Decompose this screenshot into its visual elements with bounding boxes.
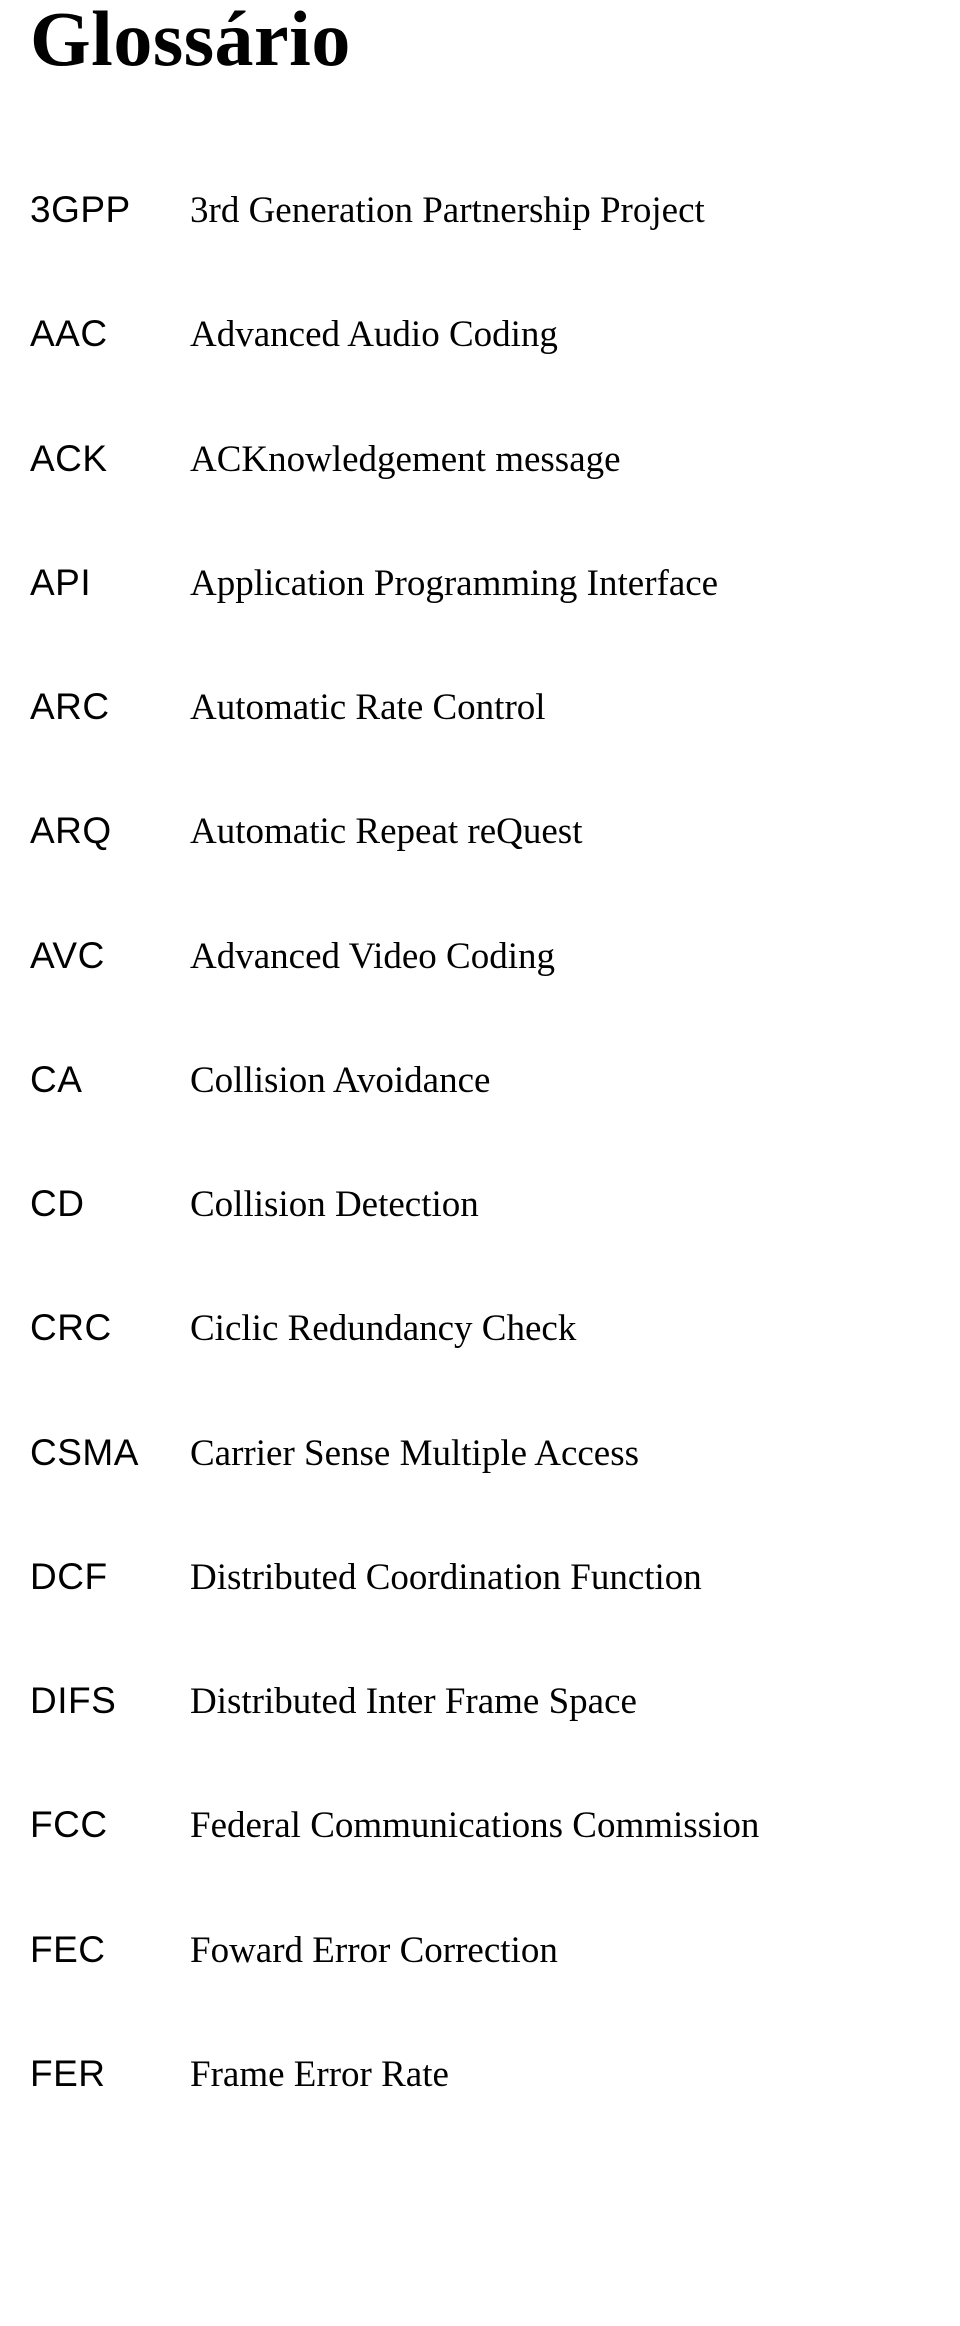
definition: Application Programming Interface bbox=[190, 561, 890, 607]
term: CA bbox=[30, 1058, 190, 1102]
term: FCC bbox=[30, 1803, 190, 1847]
definition: Frame Error Rate bbox=[190, 2052, 890, 2098]
definition: Collision Detection bbox=[190, 1182, 890, 1228]
glossary-entry: API Application Programming Interface bbox=[30, 561, 890, 607]
term: CSMA bbox=[30, 1431, 190, 1475]
definition: Automatic Repeat reQuest bbox=[190, 809, 890, 855]
term: DIFS bbox=[30, 1679, 190, 1723]
term: CD bbox=[30, 1182, 190, 1226]
definition: 3rd Generation Partnership Project bbox=[190, 188, 890, 234]
term: FER bbox=[30, 2052, 190, 2096]
glossary-entry: ARQ Automatic Repeat reQuest bbox=[30, 809, 890, 855]
page-title: Glossário bbox=[30, 0, 890, 78]
glossary-entry: CA Collision Avoidance bbox=[30, 1058, 890, 1104]
glossary-entry: ACK ACKnowledgement message bbox=[30, 437, 890, 483]
term: FEC bbox=[30, 1928, 190, 1972]
definition: Advanced Video Coding bbox=[190, 934, 890, 980]
definition: Automatic Rate Control bbox=[190, 685, 890, 731]
term: API bbox=[30, 561, 190, 605]
glossary-entry: FER Frame Error Rate bbox=[30, 2052, 890, 2098]
glossary-page: Glossário 3GPP 3rd Generation Partnershi… bbox=[0, 0, 960, 2326]
term: 3GPP bbox=[30, 188, 190, 232]
definition: ACKnowledgement message bbox=[190, 437, 890, 483]
term: ARC bbox=[30, 685, 190, 729]
definition: Foward Error Correction bbox=[190, 1928, 890, 1974]
glossary-entry: CRC Ciclic Redundancy Check bbox=[30, 1306, 890, 1352]
term: DCF bbox=[30, 1555, 190, 1599]
term: CRC bbox=[30, 1306, 190, 1350]
glossary-entry: AAC Advanced Audio Coding bbox=[30, 312, 890, 358]
glossary-entries: 3GPP 3rd Generation Partnership Project … bbox=[30, 188, 890, 2098]
term: AVC bbox=[30, 934, 190, 978]
glossary-entry: CSMA Carrier Sense Multiple Access bbox=[30, 1431, 890, 1477]
definition: Ciclic Redundancy Check bbox=[190, 1306, 890, 1352]
definition: Collision Avoidance bbox=[190, 1058, 890, 1104]
term: AAC bbox=[30, 312, 190, 356]
glossary-entry: 3GPP 3rd Generation Partnership Project bbox=[30, 188, 890, 234]
glossary-entry: CD Collision Detection bbox=[30, 1182, 890, 1228]
definition: Federal Communications Commission bbox=[190, 1803, 890, 1849]
definition: Distributed Inter Frame Space bbox=[190, 1679, 890, 1725]
definition: Advanced Audio Coding bbox=[190, 312, 890, 358]
glossary-entry: FEC Foward Error Correction bbox=[30, 1928, 890, 1974]
term: ACK bbox=[30, 437, 190, 481]
definition: Carrier Sense Multiple Access bbox=[190, 1431, 890, 1477]
glossary-entry: AVC Advanced Video Coding bbox=[30, 934, 890, 980]
glossary-entry: DCF Distributed Coordination Function bbox=[30, 1555, 890, 1601]
glossary-entry: ARC Automatic Rate Control bbox=[30, 685, 890, 731]
definition: Distributed Coordination Function bbox=[190, 1555, 890, 1601]
glossary-entry: FCC Federal Communications Commission bbox=[30, 1803, 890, 1849]
glossary-entry: DIFS Distributed Inter Frame Space bbox=[30, 1679, 890, 1725]
term: ARQ bbox=[30, 809, 190, 853]
